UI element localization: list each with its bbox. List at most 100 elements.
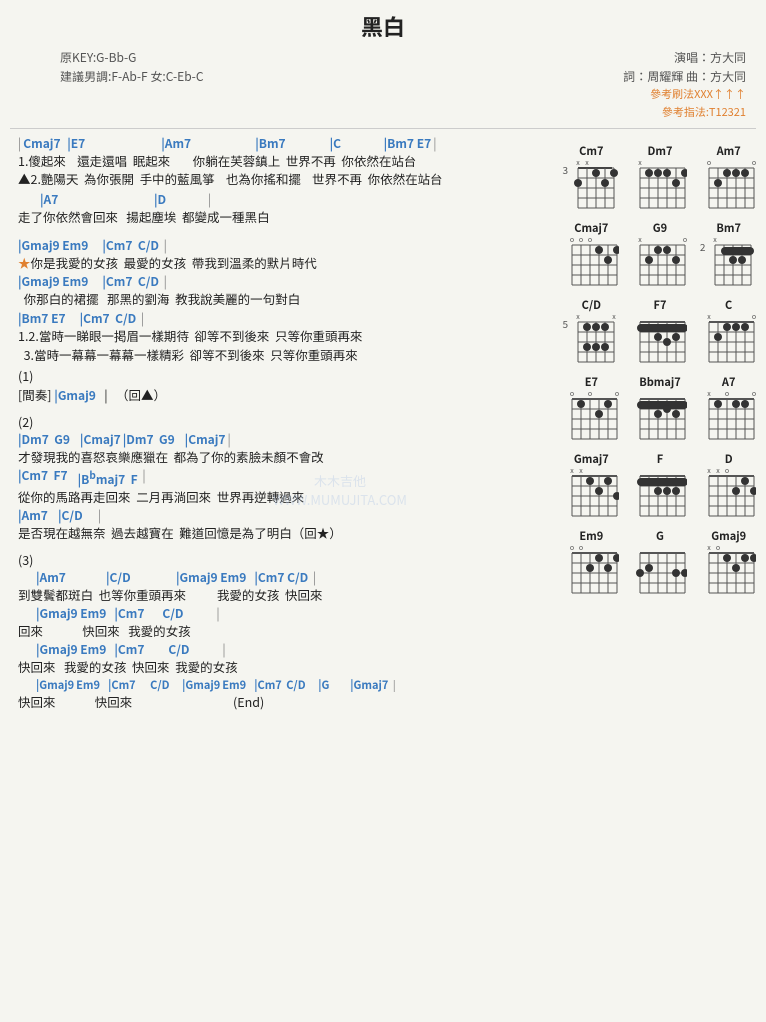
diagram-gmaj7: Gmaj7 x x [560, 451, 623, 520]
chorus2-lyric: 你那白的裙擺 那黑的劉海 教我說美麗的一句對白 [18, 290, 546, 309]
chorus1-chord-row: |Gmaj9 Em9 |Cm7 C/D | [18, 237, 546, 254]
s2-lyric2: 從你的馬路再走回來 二月再淌回來 世界再逆轉過來 [18, 488, 546, 507]
divider [10, 128, 756, 129]
diagram-f: F [629, 451, 692, 520]
diagram-gmaj9: Gmaj9 x o [697, 528, 760, 597]
s3-lyric2: 回來 快回來 我愛的女孩 [18, 622, 546, 641]
s2-chord2-row: |Cm7 F7 |Bbmaj7 F | [18, 467, 546, 488]
title-area: 黑白 [0, 10, 766, 42]
s2-lyric1: 才發現我的喜怒哀樂應獵在 都為了你的素臉未顏不會改 [18, 448, 546, 467]
diagram-g: G [629, 528, 692, 597]
diagram-dm7: Dm7 [629, 143, 692, 212]
svg-text:o: o [752, 314, 756, 322]
svg-text:x: x [579, 468, 583, 476]
verse1-lyric2: ▲2.艷陽天 為你張開 手中的藍風箏 也為你搖和擺 世界不再 你依然在站台 [18, 170, 546, 189]
svg-text:o: o [716, 545, 720, 553]
right-info: 演唱：方大同 詞：周耀輝 曲：方大同 參考刷法XXX↑↑↑ 參考指法:T1232… [623, 48, 746, 122]
chorus-block: |Gmaj9 Em9 |Cm7 C/D | ★你是我愛的女孩 最愛的女孩 帶我到… [18, 237, 546, 309]
s3-lyric4: 快回來 快回來 (End) [18, 693, 546, 712]
svg-text:o: o [588, 391, 592, 399]
svg-text:o: o [570, 545, 574, 553]
svg-text:o: o [579, 545, 583, 553]
svg-text:x: x [576, 160, 580, 168]
svg-text:x: x [639, 160, 643, 168]
diagram-c: C x o [697, 297, 760, 366]
section2-block: (2) |Dm7 G9 |Cmaj7 |Dm7 G9 |Cmaj7 | 才發現我… [18, 413, 546, 543]
verse2-lyric: 走了你依然會回來 揚起塵埃 都變成一種黑白 [18, 208, 546, 227]
svg-text:o: o [588, 237, 592, 245]
s3-chord1-row: |Am7 |C/D |Gmaj9 Em9 |Cm7 C/D | [18, 569, 546, 586]
verse1-block: |Cmaj7 |E7 |Am7 |Bm7 |C |Bm7 E7 | 1.傻起來 … [18, 135, 546, 190]
s3-chord2-row: |Gmaj9 Em9 |Cm7 C/D | [18, 605, 546, 622]
svg-text:x: x [612, 314, 616, 322]
diagram-em9: Em9 o o [560, 528, 623, 597]
svg-text:x: x [707, 468, 711, 476]
diagram-bm7: Bm7 2 x [697, 220, 760, 289]
svg-text:o: o [683, 237, 687, 245]
verse2-chord-row: |A7 |D | [18, 191, 546, 208]
bridge-lyric1b: 3.當時一幕幕一幕幕一樣精彩 卻等不到後來 只等你重頭再來 [18, 346, 546, 365]
chorus2-chord-row: |Gmaj9 Em9 |Cm7 C/D | [18, 273, 546, 290]
lyrics-section: |Cmaj7 |E7 |Am7 |Bm7 |C |Bm7 E7 | 1.傻起來 … [0, 135, 556, 714]
chord-diagrams: Cm7 3 [556, 135, 766, 714]
svg-text:x: x [707, 314, 711, 322]
lyricist-info: 詞：周耀輝 曲：方大同 [623, 67, 746, 86]
diagram-am7: Am7 [697, 143, 760, 212]
chorus1-lyric: ★你是我愛的女孩 最愛的女孩 帶我到溫柔的默片時代 [18, 254, 546, 273]
diagram-e7: E7 o o o [560, 374, 623, 443]
svg-text:o: o [570, 391, 574, 399]
svg-text:x: x [714, 237, 718, 245]
svg-text:o: o [752, 391, 756, 399]
interlude-block: (1) [間奏] |Gmaj9 | （回▲） [18, 367, 546, 405]
diagram-bbmaj7: Bbmaj7 [629, 374, 692, 443]
svg-text:o: o [725, 391, 729, 399]
diagram-d: D x x o [697, 451, 760, 520]
svg-text:o: o [707, 160, 711, 168]
s3-lyric1: 到雙鬢都斑白 也等你重頭再來 我愛的女孩 快回來 [18, 586, 546, 605]
ref1: 參考刷法XXX↑↑↑ [623, 86, 746, 104]
s2-chord1-row: |Dm7 G9 |Cmaj7 |Dm7 G9 |Cmaj7 | [18, 431, 546, 448]
left-info: 原KEY:G-Bb-G 建議男調:F-Ab-F 女:C-Eb-C [60, 48, 204, 122]
header-section: 原KEY:G-Bb-G 建議男調:F-Ab-F 女:C-Eb-C 演唱：方大同 … [0, 48, 766, 122]
svg-text:o: o [570, 237, 574, 245]
s2-lyric3: 是否現在越無奈 過去越寶在 難道回憶是為了明白（回★） [18, 524, 546, 543]
svg-text:x: x [570, 468, 574, 476]
singer-info: 演唱：方大同 [623, 48, 746, 67]
s2-chord3-row: |Am7 |C/D | [18, 507, 546, 524]
svg-text:x: x [716, 468, 720, 476]
bridge-block: |Bm7 E7 |Cm7 C/D | 1.2.當時一睇眼一掲眉一樣期待 卻等不到… [18, 310, 546, 365]
verse1-lyric1: 1.傻起來 還走還唱 眠起來 你躺在芙蓉鎮上 世界不再 你依然在站台 [18, 152, 546, 171]
s3-chord3-row: |Gmaj9 Em9 |Cm7 C/D | [18, 641, 546, 658]
interlude-label: (1) [18, 367, 546, 386]
svg-text:x: x [707, 391, 711, 399]
key-info: 原KEY:G-Bb-G [60, 48, 204, 67]
suggest-key: 建議男調:F-Ab-F 女:C-Eb-C [60, 67, 204, 86]
section3-label: (3) [18, 551, 546, 570]
diagram-a7: A7 x o o [697, 374, 760, 443]
diagram-cd: C/D 5 x x [560, 297, 623, 366]
s3-chord4-row: |Gmaj9 Em9 |Cm7 C/D |Gmaj9 Em9 |Cm7 C/D … [18, 677, 546, 693]
diagrams-grid: Cm7 3 [560, 143, 760, 597]
diagram-cm7: Cm7 3 [560, 143, 623, 212]
ref2: 參考指法:T12321 [623, 104, 746, 122]
s3-lyric3: 快回來 我愛的女孩 快回來 我愛的女孩 [18, 658, 546, 677]
song-title: 黑白 [361, 10, 405, 42]
diagram-g9: G9 [629, 220, 692, 289]
bridge-chord-row: |Bm7 E7 |Cm7 C/D | [18, 310, 546, 327]
svg-text:o: o [725, 468, 729, 476]
main-content: |Cmaj7 |E7 |Am7 |Bm7 |C |Bm7 E7 | 1.傻起來 … [0, 135, 766, 714]
verse2-block: |A7 |D | 走了你依然會回來 揚起塵埃 都變成一種黑白 [18, 191, 546, 227]
section2-label: (2) [18, 413, 546, 432]
svg-text:x: x [707, 545, 711, 553]
diagram-f7: F7 [629, 297, 692, 366]
svg-text:x: x [576, 314, 580, 322]
page: 黑白 原KEY:G-Bb-G 建議男調:F-Ab-F 女:C-Eb-C 演唱：方… [0, 0, 766, 1022]
svg-text:x: x [585, 160, 589, 168]
interlude-text: [間奏] |Gmaj9 | （回▲） [18, 386, 546, 405]
section3-block: (3) |Am7 |C/D |Gmaj9 Em9 |Cm7 C/D | 到雙鬢都… [18, 551, 546, 712]
svg-text:o: o [579, 237, 583, 245]
svg-text:o: o [752, 160, 756, 168]
svg-text:x: x [639, 237, 643, 245]
diagram-cmaj7: Cmaj7 [560, 220, 623, 289]
verse1-chord-row: |Cmaj7 |E7 |Am7 |Bm7 |C |Bm7 E7 | [18, 135, 546, 152]
